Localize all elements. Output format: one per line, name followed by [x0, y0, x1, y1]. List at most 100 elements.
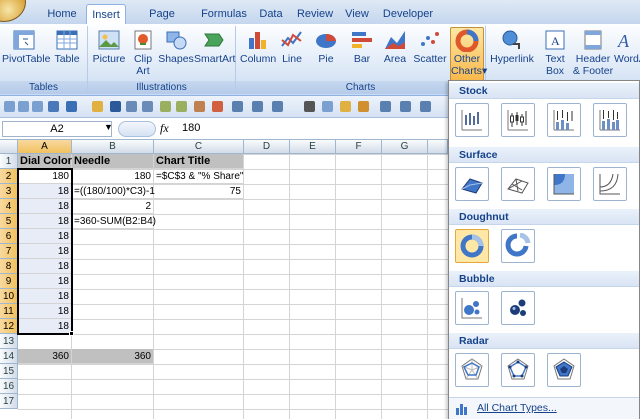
cell-a2[interactable]: 180	[18, 169, 72, 184]
tab-data[interactable]: Data	[256, 4, 286, 24]
column-header-g[interactable]: G	[382, 140, 428, 154]
tab-review[interactable]: Review	[294, 4, 336, 24]
toolbar-icon[interactable]	[400, 101, 411, 112]
surface-chart-option-2[interactable]	[501, 167, 535, 201]
picture-button[interactable]: Picture	[90, 28, 128, 65]
stock-chart-option-2[interactable]	[501, 103, 535, 137]
scatter-chart-button[interactable]: Scatter	[412, 28, 448, 65]
cell-b2[interactable]: 180	[72, 169, 154, 184]
select-all-corner[interactable]	[0, 140, 18, 154]
wordart-button[interactable]: A WordA	[614, 28, 640, 65]
paste-icon[interactable]	[340, 101, 351, 112]
row-header[interactable]: 11	[0, 304, 18, 319]
clip-art-button[interactable]: Clip Art	[130, 28, 156, 77]
stock-chart-option-1[interactable]	[455, 103, 489, 137]
pivottable-button[interactable]: PivotTable	[2, 28, 50, 65]
row-header[interactable]: 16	[0, 379, 18, 394]
toolbar-icon[interactable]	[272, 101, 283, 112]
formula-input[interactable]: 180	[182, 121, 442, 137]
cell-a1[interactable]: Dial Colors	[18, 154, 78, 169]
hyperlink-button[interactable]: Hyperlink	[490, 28, 534, 65]
worksheet-grid[interactable]: A B C D E F G 1 2 3 4 5 6 7 8 9 10 11 12…	[0, 140, 448, 419]
tab-developer[interactable]: Developer	[380, 4, 436, 24]
toolbar-icon[interactable]	[194, 101, 205, 112]
toolbar-icon[interactable]	[380, 101, 391, 112]
surface-chart-option-4[interactable]	[593, 167, 627, 201]
column-header-a[interactable]: A	[18, 140, 72, 154]
cell-c1[interactable]: Chart Title	[154, 154, 244, 169]
pie-chart-button[interactable]: Pie	[312, 28, 340, 65]
text-box-button[interactable]: A Text Box	[540, 28, 570, 77]
stock-chart-option-4[interactable]	[593, 103, 627, 137]
insert-function-icon[interactable]: fx	[160, 121, 176, 137]
column-chart-button[interactable]: Column	[240, 28, 276, 65]
cut-icon[interactable]	[304, 101, 315, 112]
cell-a6[interactable]: 18	[18, 229, 72, 244]
surface-chart-option-1[interactable]	[455, 167, 489, 201]
row-header[interactable]: 17	[0, 394, 18, 409]
cell-a9[interactable]: 18	[18, 274, 72, 289]
office-button[interactable]	[0, 0, 26, 22]
tab-home[interactable]: Home	[40, 4, 84, 24]
column-header-partial[interactable]	[428, 140, 448, 154]
all-chart-types-link[interactable]: All Chart Types...	[449, 397, 639, 419]
row-header[interactable]: 4	[0, 199, 18, 214]
row-header[interactable]: 1	[0, 154, 18, 169]
formula-bar-handle[interactable]	[118, 121, 156, 137]
toolbar-icon[interactable]	[160, 101, 171, 112]
tab-insert[interactable]: Insert	[86, 4, 126, 25]
toolbar-icon[interactable]	[18, 101, 29, 112]
toolbar-icon[interactable]	[176, 101, 187, 112]
print-icon[interactable]	[126, 101, 137, 112]
line-chart-button[interactable]: Line	[278, 28, 306, 65]
tab-formulas[interactable]: Formulas	[198, 4, 250, 24]
undo-icon[interactable]	[66, 101, 77, 112]
cell-a5[interactable]: 18	[18, 214, 72, 229]
column-header-d[interactable]: D	[244, 140, 290, 154]
toolbar-icon[interactable]	[32, 101, 43, 112]
row-header[interactable]: 5	[0, 214, 18, 229]
toolbar-icon[interactable]	[232, 101, 243, 112]
tab-page-layout[interactable]: Page Layout	[132, 4, 192, 40]
smartart-button[interactable]: SmartArt	[194, 28, 235, 65]
cell-b5[interactable]: =360-SUM(B2:B4)	[72, 214, 156, 229]
cell-b4[interactable]: 2	[72, 199, 154, 214]
cell-b14[interactable]: 360	[72, 349, 154, 364]
format-painter-icon[interactable]	[358, 101, 369, 112]
row-header[interactable]: 12	[0, 319, 18, 334]
cell-a7[interactable]: 18	[18, 244, 72, 259]
cell-a14[interactable]: 360	[18, 349, 72, 364]
cell-b1[interactable]: Needle	[72, 154, 154, 169]
area-chart-button[interactable]: Area	[380, 28, 410, 65]
header-footer-button[interactable]: Header & Footer	[572, 28, 614, 77]
row-header[interactable]: 2	[0, 169, 18, 184]
row-header[interactable]: 13	[0, 334, 18, 349]
cell-a11[interactable]: 18	[18, 304, 72, 319]
tab-view[interactable]: View	[342, 4, 372, 24]
bar-chart-button[interactable]: Bar	[348, 28, 376, 65]
stock-chart-option-3[interactable]	[547, 103, 581, 137]
row-header[interactable]: 8	[0, 259, 18, 274]
radar-chart-option-2[interactable]	[501, 353, 535, 387]
print-preview-icon[interactable]	[142, 101, 153, 112]
copy-icon[interactable]	[322, 101, 333, 112]
column-header-f[interactable]: F	[336, 140, 382, 154]
fill-handle[interactable]	[69, 331, 74, 336]
bubble-chart-option-2[interactable]	[501, 291, 535, 325]
cell-c2[interactable]: =$C$3 & "% Share"	[154, 169, 244, 184]
shapes-button[interactable]: Shapes	[158, 28, 194, 65]
column-header-c[interactable]: C	[154, 140, 244, 154]
column-header-b[interactable]: B	[72, 140, 154, 154]
surface-chart-option-3[interactable]	[547, 167, 581, 201]
row-header[interactable]: 3	[0, 184, 18, 199]
cell-a3[interactable]: 18	[18, 184, 72, 199]
row-header[interactable]: 6	[0, 229, 18, 244]
cell-c3[interactable]: 75	[154, 184, 244, 199]
cell-a10[interactable]: 18	[18, 289, 72, 304]
table-button[interactable]: Table	[50, 28, 84, 65]
row-header[interactable]: 10	[0, 289, 18, 304]
toolbar-icon[interactable]	[252, 101, 263, 112]
row-header[interactable]: 14	[0, 349, 18, 364]
chevron-down-icon[interactable]: ▼	[104, 122, 113, 132]
save-icon[interactable]	[110, 101, 121, 112]
